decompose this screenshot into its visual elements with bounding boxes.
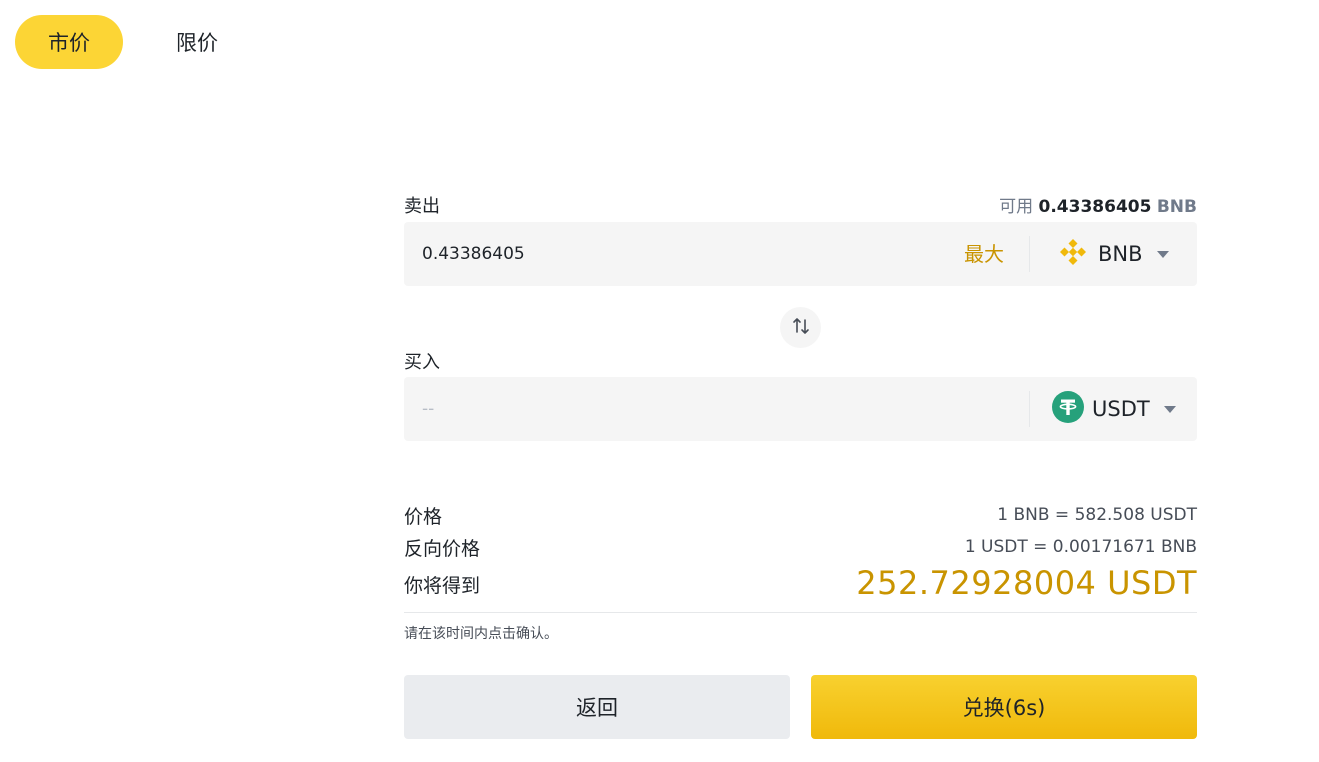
buy-amount-field: -- USDT: [404, 377, 1197, 441]
convert-button[interactable]: 兑换(6s): [811, 675, 1197, 739]
swap-arrows-icon: [791, 316, 811, 340]
inverse-price-value: 1 USDT = 0.00171671 BNB: [964, 537, 1197, 557]
buy-label: 买入: [404, 352, 440, 373]
inverse-price-label: 反向价格: [404, 538, 481, 560]
tab-market[interactable]: 市价: [15, 15, 123, 69]
receive-amount: 252.72928004 USDT: [856, 564, 1197, 602]
buy-coin-label: USDT: [1092, 397, 1150, 421]
sell-label: 卖出: [404, 196, 440, 217]
sell-coin-label: BNB: [1098, 242, 1143, 266]
back-button[interactable]: 返回: [404, 675, 790, 739]
available-balance: 可用 0.43386405 BNB: [999, 192, 1197, 217]
buy-amount-input[interactable]: --: [422, 377, 434, 441]
field-divider: [1029, 391, 1030, 427]
sell-amount-input[interactable]: 0.43386405: [422, 222, 525, 286]
confirm-hint: 请在该时间内点击确认。: [404, 626, 558, 642]
usdt-logo-icon: [1052, 391, 1084, 427]
chevron-down-icon: [1156, 250, 1169, 258]
available-prefix: 可用: [999, 197, 1034, 217]
order-type-tabs: 市价 限价: [15, 15, 232, 69]
swap-direction-button[interactable]: [780, 307, 821, 348]
price-value: 1 BNB = 582.508 USDT: [997, 505, 1197, 525]
bnb-logo-icon: [1056, 235, 1090, 273]
divider-line: [404, 612, 1197, 613]
tab-limit[interactable]: 限价: [162, 15, 232, 69]
available-amount: 0.43386405: [1038, 197, 1152, 217]
receive-label: 你将得到: [404, 575, 481, 597]
sell-coin-selector[interactable]: BNB: [1056, 222, 1169, 286]
max-button[interactable]: 最大: [964, 222, 1004, 286]
chevron-down-icon: [1163, 405, 1176, 413]
price-label: 价格: [404, 506, 443, 528]
available-unit: BNB: [1156, 197, 1197, 217]
field-divider: [1029, 236, 1030, 272]
sell-amount-field: 0.43386405 最大 BNB: [404, 222, 1197, 286]
buy-coin-selector[interactable]: USDT: [1052, 377, 1176, 441]
